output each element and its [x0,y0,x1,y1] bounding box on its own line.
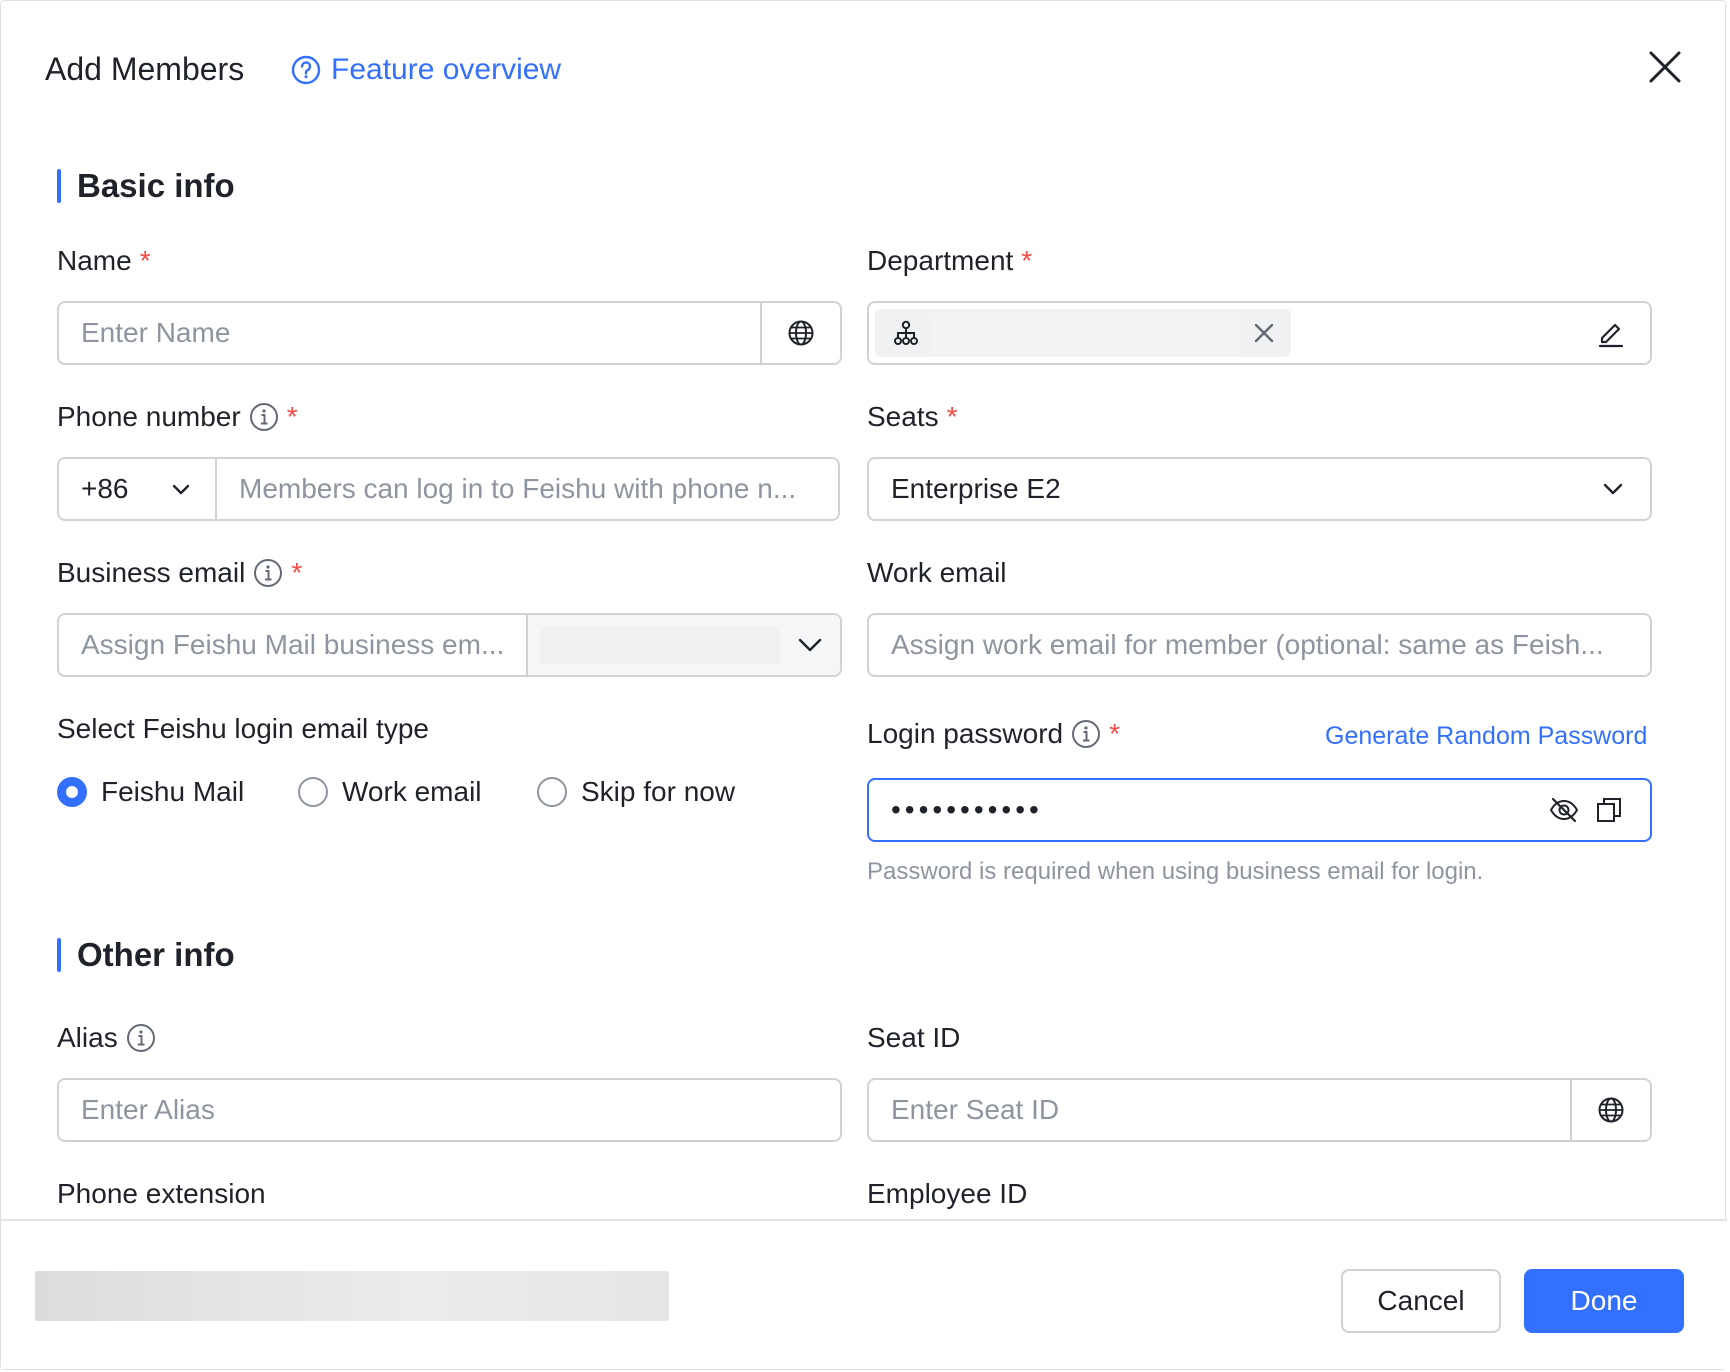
remove-tag-icon[interactable] [1251,320,1277,346]
info-icon[interactable] [126,1023,156,1053]
work-email-label-row: Work email [867,557,1007,589]
login-password-label: Login password [867,718,1064,749]
name-input[interactable] [59,317,760,349]
name-field [57,301,842,365]
required-mark: * [139,245,151,276]
dialog-title: Add Members [45,51,245,87]
alias-input[interactable] [59,1094,840,1126]
info-icon[interactable] [253,558,283,588]
section-accent-bar [57,938,61,972]
eye-off-icon[interactable] [1548,794,1580,826]
login-password-input[interactable] [869,794,1548,826]
seats-select[interactable]: Enterprise E2 [867,457,1652,521]
business-email-input[interactable] [59,629,526,661]
phone-extension-label: Phone extension [57,1178,266,1209]
globe-icon [788,320,814,346]
required-mark: * [946,401,958,432]
seat-id-label: Seat ID [867,1022,961,1053]
generate-random-password-link[interactable]: Generate Random Password [1325,722,1647,751]
business-email-label: Business email [57,557,246,588]
seats-label: Seats [867,401,939,432]
required-mark: * [1109,718,1121,749]
name-language-button[interactable] [760,303,840,363]
department-tag [875,309,1291,357]
phone-input[interactable] [217,473,838,505]
work-email-label: Work email [867,557,1007,588]
section-basic-info: Basic info [57,167,235,205]
section-title: Other info [77,936,235,973]
password-hint: Password is required when using business… [867,858,1484,885]
seat-id-field [867,1078,1652,1142]
radio-indicator [298,777,328,807]
radio-label: Skip for now [581,776,736,807]
feature-overview-link[interactable]: Feature overview [291,53,561,87]
section-other-info: Other info [57,936,235,974]
phone-field: +86 [57,457,840,521]
email-domain-select[interactable] [526,615,840,675]
required-mark: * [1021,245,1033,276]
business-email-label-row: Business email * [57,557,302,589]
employee-id-label: Employee ID [867,1178,1028,1209]
section-title: Basic info [77,167,235,204]
country-code-value: +86 [81,473,129,504]
name-label-row: Name * [57,245,151,277]
department-field[interactable] [867,301,1652,365]
section-accent-bar [57,169,61,203]
phone-label-row: Phone number * [57,401,298,433]
chevron-down-icon [1603,483,1623,495]
chevron-down-icon [798,638,822,652]
seats-value: Enterprise E2 [891,473,1061,504]
help-circle-icon [291,55,321,85]
work-email-field [867,613,1652,677]
info-icon[interactable] [1071,719,1101,749]
radio-indicator [537,777,567,807]
seat-id-label-row: Seat ID [867,1022,960,1054]
radio-label: Work email [342,776,482,807]
radio-selected-indicator [57,777,87,807]
department-label: Department [867,245,1014,276]
login-password-field [867,778,1652,842]
work-email-input[interactable] [869,629,1650,661]
phone-extension-label-row: Phone extension [57,1178,266,1210]
copy-icon[interactable] [1594,795,1624,825]
login-email-type-label: Select Feishu login email type [57,713,429,744]
login-password-label-row: Login password * [867,718,1120,750]
seat-id-input[interactable] [869,1094,1570,1126]
required-mark: * [286,401,298,432]
department-name-redacted [931,313,1241,353]
department-label-row: Department * [867,245,1032,277]
footer-redacted-text [35,1271,669,1321]
chevron-down-icon [172,484,190,495]
seat-id-language-button[interactable] [1570,1080,1650,1140]
radio-work-email[interactable]: Work email [298,776,482,808]
country-code-select[interactable]: +86 [59,459,217,519]
edit-icon[interactable] [1596,318,1626,348]
close-icon[interactable] [1645,47,1685,87]
alias-label-row: Alias [57,1022,156,1054]
login-email-type-label-row: Select Feishu login email type [57,713,429,745]
cancel-button[interactable]: Cancel [1341,1269,1501,1333]
org-structure-icon [894,320,918,345]
radio-skip-for-now[interactable]: Skip for now [537,776,735,808]
alias-field [57,1078,842,1142]
radio-label: Feishu Mail [101,776,245,807]
name-label: Name [57,245,132,276]
business-email-field [57,613,842,677]
feature-overview-label: Feature overview [331,53,562,86]
done-button[interactable]: Done [1524,1269,1684,1333]
required-mark: * [291,557,303,588]
email-domain-redacted [540,626,780,664]
seats-label-row: Seats * [867,401,958,433]
employee-id-label-row: Employee ID [867,1178,1027,1210]
add-members-dialog: Add Members Feature overview Basic info … [0,0,1727,1370]
alias-label: Alias [57,1022,118,1053]
radio-feishu-mail[interactable]: Feishu Mail [57,776,244,808]
phone-label: Phone number [57,401,241,432]
globe-icon [1598,1097,1624,1123]
info-icon[interactable] [249,402,279,432]
